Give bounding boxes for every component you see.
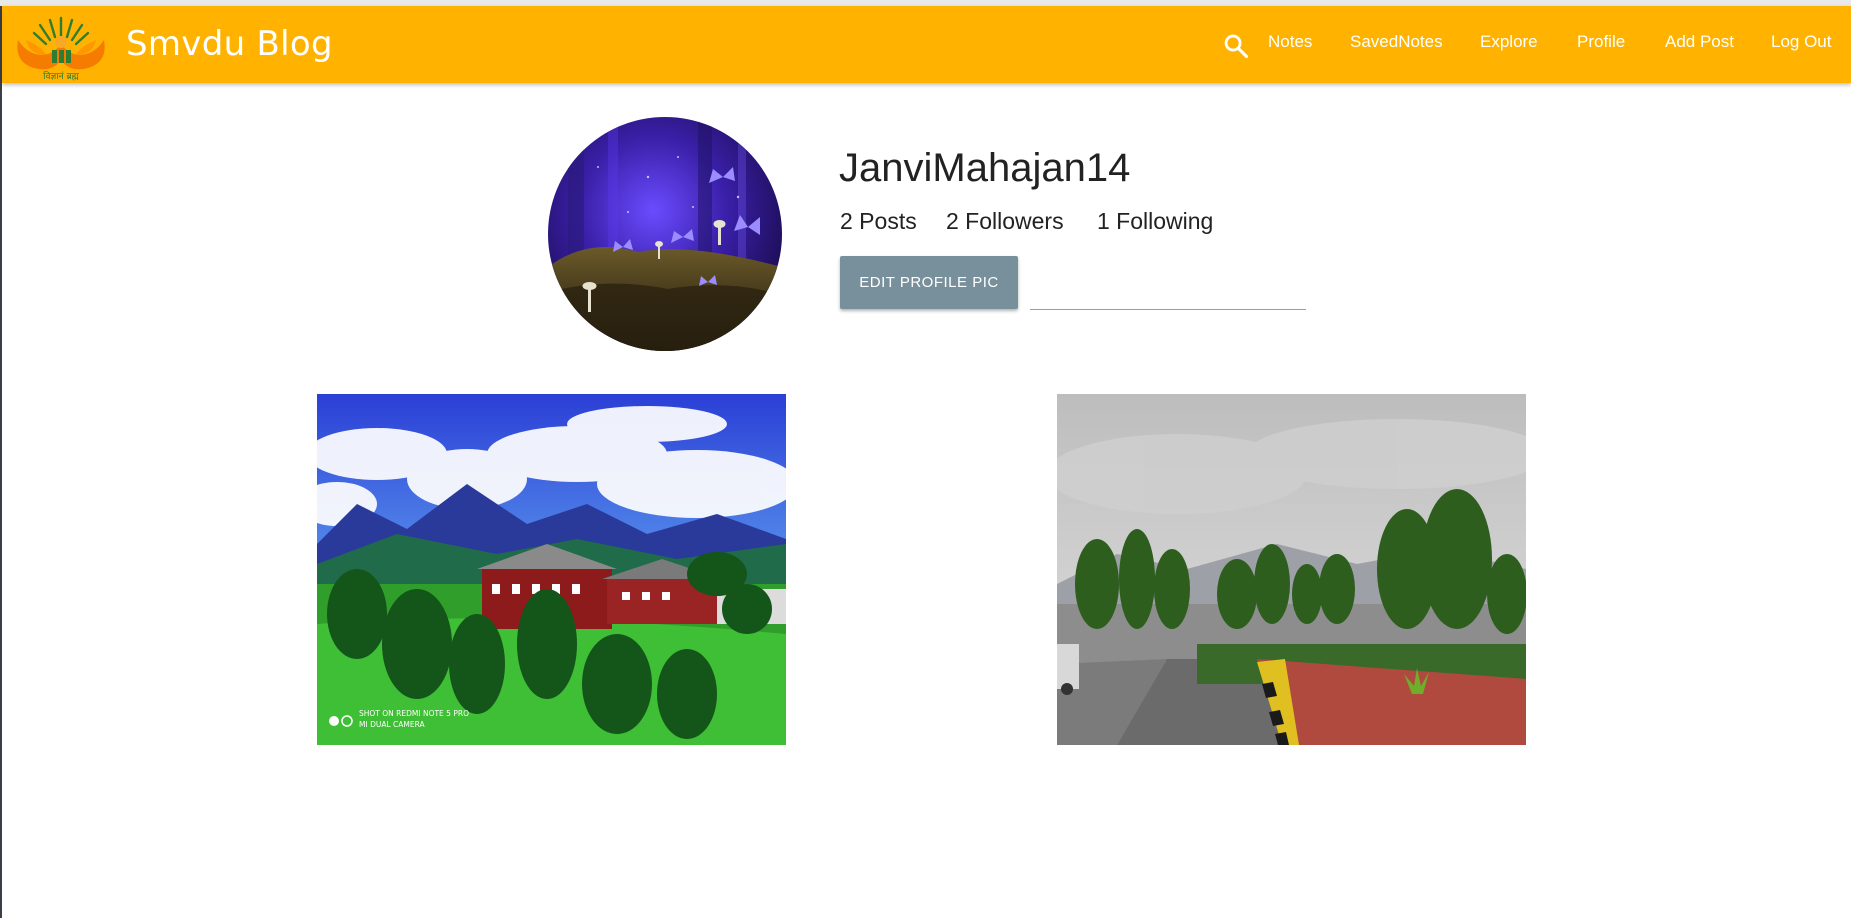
nav-log-out[interactable]: Log Out [1771, 32, 1832, 52]
followers-count[interactable]: 2 Followers [946, 208, 1064, 235]
search-icon[interactable] [1222, 32, 1250, 60]
edit-profile-pic-button[interactable]: EDIT PROFILE PIC [840, 256, 1018, 309]
nav-add-post[interactable]: Add Post [1665, 32, 1734, 52]
brand-title[interactable]: Smvdu Blog [126, 24, 333, 64]
nav-profile[interactable]: Profile [1577, 32, 1625, 52]
post-image[interactable] [1057, 394, 1526, 745]
posts-count: 2 Posts [840, 208, 917, 234]
top-navbar: विज्ञानं ब्रह्म Smvdu Blog Notes SavedNo… [2, 6, 1851, 83]
post-watermark-line2: MI DUAL CAMERA [359, 720, 426, 729]
logo-caption: विज्ञानं ब्रह्म [43, 70, 79, 82]
post-watermark-line1: SHOT ON REDMI NOTE 5 PRO [359, 709, 469, 718]
university-logo[interactable]: विज्ञानं ब्रह्म [12, 10, 110, 82]
nav-notes[interactable]: Notes [1268, 32, 1312, 52]
nav-saved-notes[interactable]: SavedNotes [1350, 32, 1443, 52]
post-image[interactable]: SHOT ON REDMI NOTE 5 PRO MI DUAL CAMERA [317, 394, 786, 745]
nav-explore[interactable]: Explore [1480, 32, 1538, 52]
following-count[interactable]: 1 Following [1097, 208, 1213, 235]
window-left-edge [0, 6, 2, 918]
profile-pic-path-input[interactable] [1030, 268, 1306, 310]
profile-username: JanviMahajan14 [839, 146, 1131, 190]
profile-avatar [548, 117, 782, 351]
